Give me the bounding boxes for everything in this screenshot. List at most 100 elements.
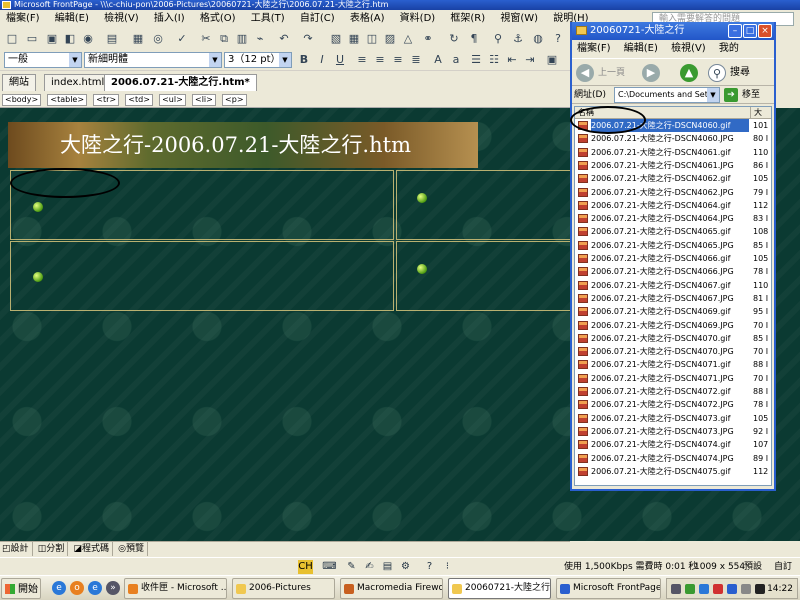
file-row[interactable]: 2006.07.21-大陸之行-DSCN4062.JPG 79 I (575, 186, 771, 199)
tray-expand-icon[interactable] (671, 584, 681, 594)
start-button[interactable]: 開始 (1, 578, 41, 599)
file-row[interactable]: 2006.07.21-大陸之行-DSCN4062.gif 105 I (575, 172, 771, 185)
file-row[interactable]: 2006.07.21-大陸之行-DSCN4067.JPG 81 I (575, 292, 771, 305)
new-page-icon[interactable]: □ (4, 31, 20, 47)
task-fireworks[interactable]: Macromedia Firewor... (340, 578, 443, 599)
status-mode-custom[interactable]: 自訂 (774, 558, 792, 576)
k-app-icon[interactable] (713, 584, 723, 594)
explorer-menu-edit[interactable]: 編輯(E) (619, 40, 663, 58)
forward-arrow-icon[interactable]: ▶ (642, 64, 660, 82)
italic-icon[interactable]: I (314, 52, 330, 68)
file-row[interactable]: 2006.07.21-大陸之行-DSCN4066.JPG 78 I (575, 265, 771, 278)
tag-li[interactable]: <li> (191, 94, 216, 106)
file-row[interactable]: 2006.07.21-大陸之行-DSCN4064.gif 112 I (575, 199, 771, 212)
menu-frames[interactable]: 框架(R) (444, 10, 491, 28)
ie2-icon[interactable]: e (88, 581, 102, 595)
print-icon[interactable]: ▦ (130, 31, 146, 47)
increase-font-icon[interactable]: A (430, 52, 446, 68)
table-cell[interactable] (10, 241, 394, 311)
search-web-icon[interactable]: ◉ (80, 31, 96, 47)
pen-icon[interactable]: ✎ (344, 560, 359, 574)
file-row[interactable]: 2006.07.21-大陸之行-DSCN4075.gif 112 I (575, 465, 771, 478)
tag-body[interactable]: <body> (2, 94, 42, 106)
font-size-dropdown[interactable]: 3（12 pt） ▼ (224, 52, 292, 68)
address-input[interactable]: C:\Documents and Set ▼ (614, 87, 720, 103)
file-row[interactable]: 2006.07.21-大陸之行-DSCN4065.gif 108 I (575, 225, 771, 238)
bold-icon[interactable]: B (296, 52, 312, 68)
tag-ul[interactable]: <ul> (159, 94, 186, 106)
decrease-font-icon[interactable]: a (448, 52, 464, 68)
page-size[interactable]: 1009 x 554 (694, 558, 745, 576)
show-desktop-icon[interactable]: » (106, 581, 120, 595)
menu-custom[interactable]: 自訂(C) (294, 10, 341, 28)
file-row[interactable]: 2006.07.21-大陸之行-DSCN4067.gif 110 I (575, 279, 771, 292)
menu-window[interactable]: 視窗(W) (494, 10, 544, 28)
paste-icon[interactable]: ▥ (234, 31, 250, 47)
tab-code[interactable]: ◪程式碼 (71, 542, 113, 556)
task-trip-folder[interactable]: 20060721-大陸之行 (448, 578, 551, 599)
keyboard-icon[interactable]: ⌨ (322, 560, 337, 574)
status-mode-default[interactable]: 預設 (744, 558, 762, 576)
web-component-icon[interactable]: ▧ (328, 31, 344, 47)
preview-icon[interactable]: ◎ (150, 31, 166, 47)
task-outlook[interactable]: 收件匣 - Microsoft ... (124, 578, 227, 599)
save-icon[interactable]: ▣ (44, 31, 60, 47)
antivirus-icon[interactable] (685, 584, 695, 594)
menu-edit[interactable]: 編輯(E) (49, 10, 95, 28)
table-cell[interactable] (396, 241, 576, 311)
explorer-menu-file[interactable]: 檔案(F) (572, 40, 616, 58)
tab-current-page[interactable]: 2006.07.21-大陸之行.htm* (104, 74, 257, 91)
file-row[interactable]: 2006.07.21-大陸之行-DSCN4061.gif 110 I (575, 146, 771, 159)
drawpad-icon[interactable]: ▤ (380, 560, 395, 574)
hyperlink-icon[interactable]: ⚭ (420, 31, 436, 47)
explorer-menu-favorites[interactable]: 我的 (714, 40, 744, 58)
tools-icon[interactable]: ⚙ (398, 560, 413, 574)
file-row[interactable]: 2006.07.21-大陸之行-DSCN4071.gif 88 I (575, 358, 771, 371)
file-row[interactable]: 2006.07.21-大陸之行-DSCN4065.JPG 85 I (575, 239, 771, 252)
tab-design[interactable]: ◰設計 (0, 542, 33, 556)
file-row[interactable]: 2006.07.21-大陸之行-DSCN4066.gif 105 I (575, 252, 771, 265)
file-row[interactable]: 2006.07.21-大陸之行-DSCN4072.JPG 78 I (575, 398, 771, 411)
copy-icon[interactable]: ⧉ (216, 31, 232, 47)
align-left-icon[interactable]: ≡ (354, 52, 370, 68)
help-icon[interactable]: ? (422, 560, 437, 574)
file-row[interactable]: 2006.07.21-大陸之行-DSCN4069.gif 95 I (575, 305, 771, 318)
tag-p[interactable]: <p> (222, 94, 247, 106)
insert-table-icon[interactable]: ▦ (346, 31, 362, 47)
file-row[interactable]: 2006.07.21-大陸之行-DSCN4073.gif 105 I (575, 412, 771, 425)
clock[interactable]: 14:22 (767, 579, 793, 600)
menu-table[interactable]: 表格(A) (344, 10, 391, 28)
file-list[interactable]: 名稱 大 2006.07.21-大陸之行-DSCN4060.gif101 I20… (574, 106, 772, 486)
file-row[interactable]: 2006.07.21-大陸之行-DSCN4071.JPG 70 I (575, 372, 771, 385)
maximize-icon[interactable]: □ (743, 24, 757, 38)
up-folder-icon[interactable]: ▲ (680, 64, 698, 82)
options-icon[interactable]: ⁝ (440, 560, 455, 574)
file-row[interactable]: 2006.07.21-大陸之行-DSCN4060.JPG 80 I (575, 132, 771, 145)
align-center-icon[interactable]: ≡ (372, 52, 388, 68)
language-icon[interactable]: CH (298, 560, 313, 574)
insert-picture-icon[interactable]: ▨ (382, 31, 398, 47)
help-icon[interactable]: ? (550, 31, 566, 47)
go-label[interactable]: 移至 (742, 86, 760, 104)
cut-icon[interactable]: ✂ (198, 31, 214, 47)
drawing-icon[interactable]: △ (400, 31, 416, 47)
close-icon[interactable]: × (758, 24, 772, 38)
publish-icon[interactable]: ◧ (62, 31, 78, 47)
tray-app-icon[interactable] (755, 584, 765, 594)
menu-data[interactable]: 資料(D) (394, 10, 442, 28)
menu-view[interactable]: 檢視(V) (98, 10, 145, 28)
network-icon[interactable] (699, 584, 709, 594)
file-row[interactable]: 2006.07.21-大陸之行-DSCN4073.JPG 92 I (575, 425, 771, 438)
bullets-icon[interactable]: ☷ (486, 52, 502, 68)
tab-site[interactable]: 網站 (2, 74, 36, 91)
table-cell[interactable] (396, 170, 576, 240)
style-dropdown[interactable]: 一般 ▼ (4, 52, 82, 68)
toggle-pane-icon[interactable]: ▤ (104, 31, 120, 47)
format-painter-icon[interactable]: ⌁ (252, 31, 268, 47)
file-row[interactable]: 2006.07.21-大陸之行-DSCN4072.gif 88 I (575, 385, 771, 398)
align-right-icon[interactable]: ≡ (390, 52, 406, 68)
file-row[interactable]: 2006.07.21-大陸之行-DSCN4074.gif 107 I (575, 438, 771, 451)
justify-icon[interactable]: ≣ (408, 52, 424, 68)
menu-insert[interactable]: 插入(I) (148, 10, 191, 28)
back-arrow-icon[interactable]: ◀ (576, 64, 594, 82)
